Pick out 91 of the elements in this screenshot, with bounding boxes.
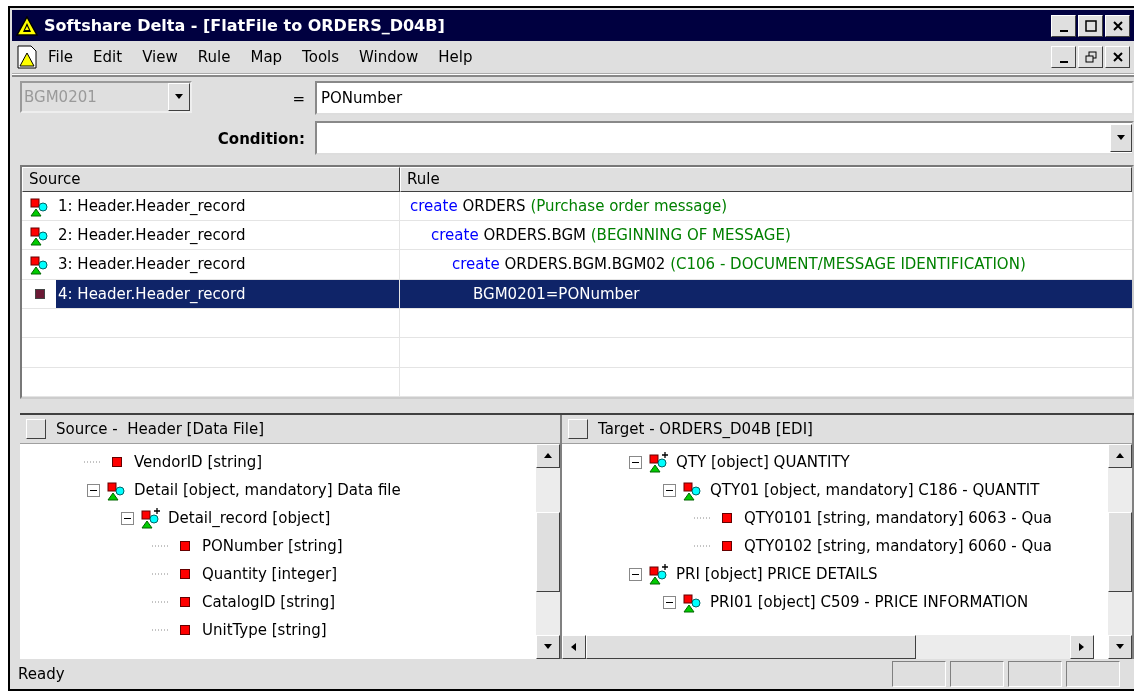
tree-item[interactable]: UnitType [string] — [202, 621, 327, 639]
square-icon — [112, 457, 122, 467]
tree-item[interactable]: QTY0101 [string, mandatory] 6063 - Qua — [744, 509, 1052, 527]
rule-cell[interactable]: create ORDERS.BGM.BGM02 (C106 - DOCUMENT/MESSAGE IDENTIFICATION) — [400, 250, 1132, 279]
tree-item[interactable]: VendorID [string] — [134, 453, 263, 471]
vertical-scrollbar[interactable] — [536, 444, 560, 659]
equals-sign: = — [292, 90, 305, 108]
close-button[interactable] — [1105, 46, 1130, 68]
menu-item[interactable]: Tools — [292, 48, 350, 66]
tree-connector — [152, 545, 170, 547]
tree-connector — [694, 517, 712, 519]
menu-item[interactable]: Edit — [83, 48, 133, 66]
warning-logo-icon — [16, 15, 38, 36]
collapse-icon[interactable] — [628, 455, 642, 469]
menu-item[interactable]: Map — [240, 48, 293, 66]
condition-field[interactable] — [315, 121, 1134, 155]
square-icon — [35, 288, 45, 299]
close-icon — [1112, 20, 1123, 31]
pane-toggle-button[interactable] — [568, 419, 588, 439]
tree-connector — [694, 545, 712, 547]
collapse-icon[interactable] — [662, 595, 676, 609]
tree-item[interactable]: QTY0102 [string, mandatory] 6060 - Qua — [744, 537, 1052, 555]
close-button[interactable] — [1105, 14, 1130, 37]
rule-cell[interactable]: BGM0201=PONumber — [400, 279, 1132, 308]
tree-item[interactable]: CatalogID [string] — [202, 593, 336, 611]
pane-toggle-button[interactable] — [26, 419, 46, 439]
minimize-icon — [1059, 61, 1068, 63]
document-warning-icon[interactable] — [16, 45, 38, 69]
tree-item[interactable]: Quantity [integer] — [202, 565, 337, 583]
shapes-plus-icon — [648, 563, 670, 585]
minimize-button[interactable] — [1051, 14, 1076, 37]
value-field[interactable]: PONumber — [315, 81, 1134, 115]
window-title: Softshare Delta - [FlatFile to ORDERS_D04B] — [44, 16, 446, 35]
restore-button[interactable] — [1078, 46, 1103, 68]
tree-item[interactable]: QTY01 [object, mandatory] C186 - QUANTIT — [710, 481, 1040, 499]
column-header[interactable]: Rule — [400, 167, 1132, 192]
status-text: Ready — [18, 665, 66, 683]
shapes-icon — [682, 591, 704, 613]
tree-item[interactable]: PRI [object] PRICE DETAILS — [676, 565, 878, 583]
menu-item[interactable]: View — [132, 48, 188, 66]
collapse-icon[interactable] — [86, 483, 100, 497]
shapes-icon — [29, 224, 51, 247]
menu-item[interactable]: File — [38, 48, 84, 66]
square-icon — [180, 597, 190, 607]
minimize-button[interactable] — [1051, 46, 1076, 68]
shapes-icon — [29, 253, 51, 276]
shapes-icon — [106, 479, 128, 501]
minimize-icon — [1059, 29, 1068, 32]
rule-cell[interactable]: create ORDERS (Purchase order message) — [400, 191, 1132, 220]
menu-item[interactable]: Window — [349, 48, 429, 66]
column-header[interactable]: Source — [22, 167, 400, 192]
tree-item[interactable]: PRI01 [object] C509 - PRICE INFORMATION — [710, 593, 1029, 611]
shapes-plus-icon — [140, 507, 162, 529]
tree-item[interactable]: PONumber [string] — [202, 537, 343, 555]
menu-item[interactable]: Rule — [187, 48, 241, 66]
collapse-icon[interactable] — [662, 483, 676, 497]
tree-connector — [152, 629, 170, 631]
maximize-button[interactable] — [1078, 14, 1103, 37]
status-panel — [950, 661, 1004, 687]
table-cell[interactable]: 3: Header.Header_record — [56, 250, 399, 279]
menu-item[interactable]: Help — [428, 48, 483, 66]
collapse-icon[interactable] — [120, 511, 134, 525]
status-panel — [1066, 661, 1120, 687]
square-icon — [180, 569, 190, 579]
square-icon — [722, 513, 732, 523]
rule-cell[interactable]: create ORDERS.BGM (BEGINNING OF MESSAGE) — [400, 220, 1132, 250]
horizontal-scrollbar[interactable] — [562, 635, 1094, 659]
vertical-scrollbar[interactable] — [1108, 444, 1132, 659]
square-icon — [180, 625, 190, 635]
table-cell[interactable]: 4: Header.Header_record — [56, 279, 399, 308]
square-icon — [180, 541, 190, 551]
table-cell[interactable]: 2: Header.Header_record — [56, 220, 399, 250]
tree-connector — [152, 601, 170, 603]
table-cell[interactable]: 1: Header.Header_record — [56, 191, 399, 220]
tree-connector — [84, 461, 102, 463]
condition-label: Condition: — [217, 130, 305, 148]
status-panel — [1008, 661, 1062, 687]
status-panel — [892, 661, 946, 687]
tree-item[interactable]: QTY [object] QUANTITY — [676, 453, 850, 471]
collapse-icon[interactable] — [628, 567, 642, 581]
maximize-icon — [1084, 19, 1097, 32]
shapes-plus-icon — [648, 451, 670, 473]
pane-title: Source - Header [Data File] — [56, 420, 264, 438]
tree-connector — [152, 573, 170, 575]
close-icon — [1112, 52, 1123, 62]
shapes-icon — [682, 479, 704, 501]
restore-icon — [1084, 51, 1097, 63]
tree-item[interactable]: Detail [object, mandatory] Data file — [134, 481, 401, 499]
pane-title: Target - ORDERS_D04B [EDI] — [598, 420, 813, 438]
tree-item[interactable]: Detail_record [object] — [168, 509, 331, 527]
square-icon — [722, 541, 732, 551]
